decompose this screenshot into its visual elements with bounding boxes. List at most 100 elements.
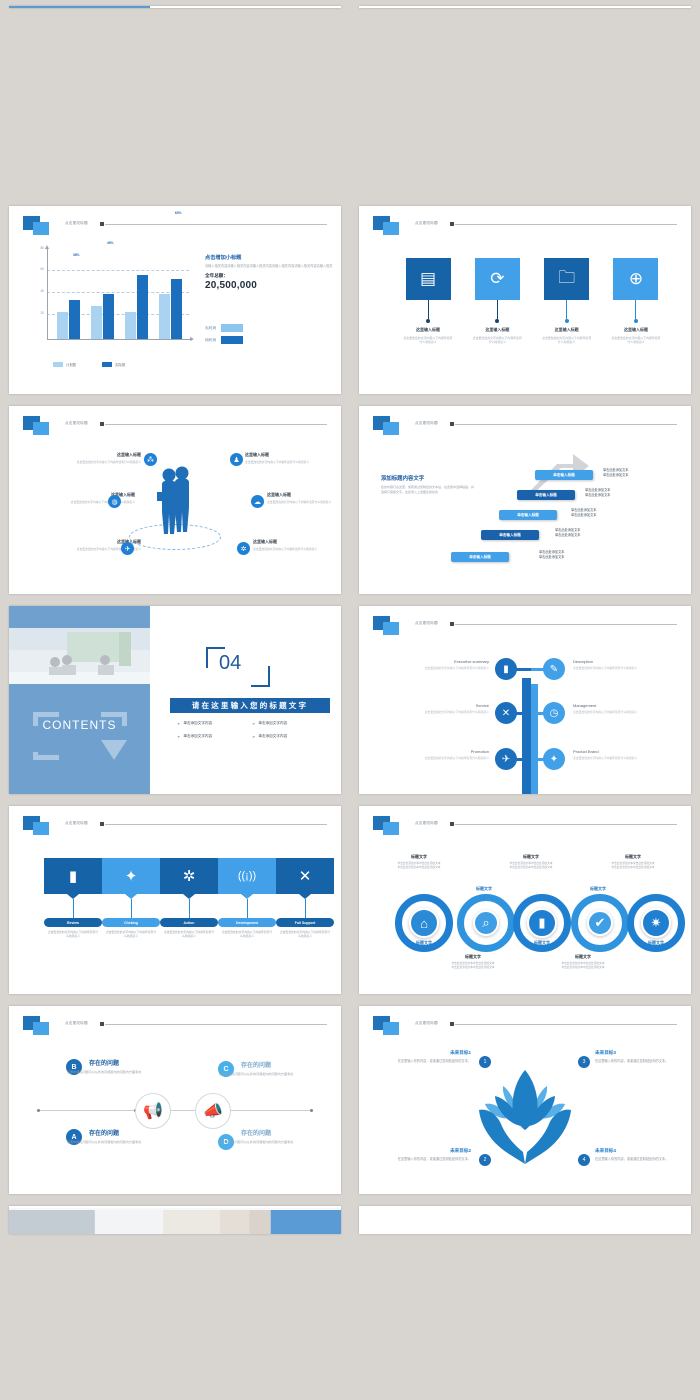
- slide-wave-circles[interactable]: 点击更改标题 标题文字 单击此处添加文本单击此处添加文本 单击此处添加文本单击此…: [359, 806, 691, 994]
- slide-header: 点击更改标题: [373, 416, 677, 438]
- list-item[interactable]: ➢ 单击添加文字内容: [177, 734, 252, 739]
- banner-item[interactable]: ✦ Cheking 点击更改您的文字内容以下内容年您有什么简简意义: [102, 858, 160, 938]
- slide-partial-top-left[interactable]: [9, 6, 341, 8]
- bullet-text: 单击添加文字内容: [258, 734, 288, 738]
- slide-header: 点击更改标题: [23, 216, 327, 238]
- thumbnail-cell-partial-bottom-right[interactable]: [350, 1200, 700, 1240]
- radial-item[interactable]: 这里输入标题 点击更改您的文字内容以下内容年这有什么简简意义: [33, 452, 141, 464]
- thumbnail-cell-chart[interactable]: 点击更改标题 80 60 40 20 38% 49% 60% 计划数 实际数 点…: [0, 200, 350, 400]
- problem-item[interactable]: 存在的问题 任务中遇见问题可以从外的问题和内的问题内方面考虑: [216, 1060, 316, 1077]
- connector-stem: [304, 899, 306, 918]
- header-title: 点击更改标题: [65, 821, 88, 825]
- connector-stem: [188, 899, 190, 918]
- goal-item[interactable]: 未来目标2 在这里输入你的内容，或者通过复制粘贴你的文本。: [385, 1148, 471, 1162]
- header-rule: [105, 1024, 327, 1025]
- radial-item[interactable]: 这里输入标题 点击更改您的文字内容以下内容年这有什么简简意义: [267, 492, 341, 504]
- slide-people-radial[interactable]: 点击更改标题 这里输入标题 点击更改您的文字内容以下内容年这有什么简简意义 ⁂: [9, 406, 341, 594]
- connector-dot: [495, 319, 500, 323]
- title-band: 请在这里输入您的标题文字: [170, 698, 330, 713]
- banner-item[interactable]: ✲ Action 点击更改您的文字内容以下内容年您有什么简简意义: [160, 858, 218, 938]
- refresh-cycle-icon: ⟳: [474, 258, 520, 300]
- thumbnail-cell-abcd[interactable]: 点击更改标题 📢 📣 B 存在的问题 任务中遇见问题可以从外的问题和内的问题内方…: [0, 1000, 350, 1200]
- thumbnail-cell-contents[interactable]: CONTENTS 04 请在这里输入您的标题文字 ➢ 单击添加文字内容 ➢ 单击添加…: [0, 600, 350, 800]
- icon-square-item[interactable]: ▤ 这里输入标题 点击更改您的文字内容以下内容年您有什么简简意义: [397, 258, 459, 345]
- plane-icon: ✈: [495, 748, 517, 770]
- side-paragraph: 请输入相关内容请输入相关内容请输入相关内容请输入相关内容请输入相关内容请输入相关: [205, 264, 333, 268]
- step-item[interactable]: 单击输入标题: [499, 510, 557, 520]
- problem-item[interactable]: 存在的问题 任务中遇见问题可以从外的问题和内的问题内方面考虑: [216, 1128, 316, 1145]
- goal-title: 未来目标2: [450, 1148, 471, 1153]
- slide-partial-top-right[interactable]: [359, 6, 691, 8]
- slide-partial-bottom-right[interactable]: [359, 1206, 691, 1234]
- slide-partial-bottom-left[interactable]: [9, 1206, 341, 1234]
- step-item[interactable]: 单击输入标题: [451, 552, 509, 562]
- y-tick-20: 20: [40, 311, 44, 315]
- icon-square-item[interactable]: ⟳ 这里输入标题 点击更改您的文字内容以下内容年您有什么简简意义: [466, 258, 528, 345]
- tools-icon: ✕: [276, 858, 334, 899]
- slide-chart[interactable]: 点击更改标题 80 60 40 20 38% 49% 60% 计划数 实际数 点…: [9, 206, 341, 394]
- banner-item[interactable]: ▮ Review 点击更改您的文字内容以下内容年您有什么简简意义: [44, 858, 102, 938]
- banner-item[interactable]: ✕ Full Support 点击更改您的文字内容以下内容年您有什么简简意义: [276, 858, 334, 938]
- item-title: 存在的问题: [241, 1063, 272, 1069]
- thumbnail-cell-four-icons[interactable]: 点击更改标题 ▤ 这里输入标题 点击更改您的文字内容以下内容年您有什么简简意义 …: [350, 200, 700, 400]
- banner-label: Development: [218, 918, 276, 927]
- list-item[interactable]: ➢ 单击添加文字内容: [252, 734, 327, 739]
- banner-label: Cheking: [102, 918, 160, 927]
- problem-item[interactable]: 存在的问题 任务中遇见问题可以从外的问题和内的问题内方面考虑: [64, 1128, 164, 1145]
- tree-node-left[interactable]: Executive summary 点击更改您的文字内容以下内容年您有什么简简意…: [409, 659, 489, 670]
- pin-icon: ✦: [543, 748, 565, 770]
- step-item[interactable]: 单击输入标题: [481, 530, 539, 540]
- timeline-dot: [37, 1109, 40, 1112]
- tree-node-left[interactable]: Promotion 点击更改您的文字内容以下内容年您有什么简简意义: [409, 749, 489, 760]
- thumbnail-cell-tree[interactable]: 点击更改标题 ▮ Executive summary 点击更改您的文字内容以下内…: [350, 600, 700, 800]
- tree-node-right[interactable]: Description 点击更改您的文字内容以下内容年您有什么简简意义: [573, 659, 653, 670]
- tree-node-right[interactable]: Product Brand 点击更改您的文字内容以下内容年您有什么简简意义: [573, 749, 653, 760]
- slide-five-banners[interactable]: 点击更改标题 ▮ Review 点击更改您的文字内容以下内容年您有什么简简意义 …: [9, 806, 341, 994]
- thumbnail-cell-partial-top-left[interactable]: [0, 0, 350, 14]
- radial-item[interactable]: 这里输入标题 点击更改您的文字内容以下内容年这有什么简简意义: [253, 539, 341, 551]
- connector-dot: [426, 319, 430, 323]
- item-desc: 点击更改您的文字内容以下内容年您有什么简简意义: [403, 336, 453, 345]
- step-item[interactable]: 单击输入标题: [517, 490, 575, 500]
- thumbnail-cell-lotus[interactable]: 点击更改标题 1 未来目标1 在这里输入你的内容，或者通过复制粘贴你的文本。 2…: [350, 1000, 700, 1200]
- slide-abcd[interactable]: 点击更改标题 📢 📣 B 存在的问题 任务中遇见问题可以从外的问题和内的问题内方…: [9, 1006, 341, 1194]
- chevron-right-icon: ➢: [252, 734, 256, 739]
- radial-item[interactable]: 这里输入标题 点击更改您的文字内容以下内容年这有什么简简意义: [245, 452, 341, 464]
- problem-item[interactable]: 存在的问题 任务中遇见问题可以从外的问题和内的问题内方面考虑: [64, 1058, 164, 1075]
- stairs-heading-block: 添加标题内容文字 您的内容打在这里，或者通过复制您的文本后，在此框中选择粘贴，并…: [381, 474, 476, 495]
- list-item[interactable]: ➢ 单击添加文字内容: [252, 721, 327, 726]
- icon-square-item[interactable]: 🗀 这里输入标题 点击更改您的文字内容以下内容年您有什么简简意义: [536, 258, 598, 345]
- banner-desc: 点击更改您的文字内容以下内容年您有什么简简意义: [47, 930, 99, 939]
- thumbnail-cell-partial-bottom-left[interactable]: [0, 1200, 350, 1240]
- thumbnail-cell-wave-circles[interactable]: 点击更改标题 标题文字 单击此处添加文本单击此处添加文本 单击此处添加文本单击此…: [350, 800, 700, 1000]
- thumbnail-cell-five-banners[interactable]: 点击更改标题 ▮ Review 点击更改您的文字内容以下内容年您有什么简简意义 …: [0, 800, 350, 1000]
- x-axis: [47, 337, 194, 341]
- goal-item[interactable]: 未来目标4 在这里输入你的内容，或者通过复制粘贴你的文本。: [595, 1148, 681, 1162]
- tree-node-right[interactable]: Management 点击更改您的文字内容以下内容年您有什么简简意义: [573, 703, 653, 714]
- header-title: 点击更改标题: [65, 1021, 88, 1025]
- slide-contents[interactable]: CONTENTS 04 请在这里输入您的标题文字 ➢ 单击添加文字内容 ➢ 单击添加…: [9, 606, 341, 794]
- thumbnail-cell-partial-top-right[interactable]: [350, 0, 700, 14]
- slide-four-icons[interactable]: 点击更改标题 ▤ 这里输入标题 点击更改您的文字内容以下内容年您有什么简简意义 …: [359, 206, 691, 394]
- header-square-front-icon: [383, 622, 399, 635]
- list-item[interactable]: ➢ 单击添加文字内容: [177, 721, 252, 726]
- circle-caption: 标题文字: [476, 886, 492, 891]
- node-title: Service: [475, 703, 489, 708]
- banner-item[interactable]: ((¡)) Development 点击更改您的文字内容以下内容年您有什么简简意…: [218, 858, 276, 938]
- wave-circle[interactable]: ✔: [571, 894, 629, 952]
- goal-item[interactable]: 未来目标3 在这里输入你的内容，或者通过复制粘贴你的文本。: [595, 1050, 681, 1064]
- wave-circle[interactable]: ⌕: [457, 894, 515, 952]
- gear-icon: ✷: [641, 908, 671, 938]
- tree-node-left[interactable]: Service 点击更改您的文字内容以下内容年您有什么简简意义: [409, 703, 489, 714]
- thumbnail-cell-stairs[interactable]: 点击更改标题 添加标题内容文字 您的内容打在这里，或者通过复制您的文本后，在此框…: [350, 400, 700, 600]
- slide-stairs[interactable]: 点击更改标题 添加标题内容文字 您的内容打在这里，或者通过复制您的文本后，在此框…: [359, 406, 691, 594]
- thumbnail-cell-people-radial[interactable]: 点击更改标题 这里输入标题 点击更改您的文字内容以下内容年这有什么简简意义 ⁂: [0, 400, 350, 600]
- slide-lotus[interactable]: 点击更改标题 1 未来目标1 在这里输入你的内容，或者通过复制粘贴你的文本。 2…: [359, 1006, 691, 1194]
- slide-tree[interactable]: 点击更改标题 ▮ Executive summary 点击更改您的文字内容以下内…: [359, 606, 691, 794]
- step-item[interactable]: 单击输入标题: [535, 470, 593, 480]
- goal-item[interactable]: 未来目标1 在这里输入你的内容，或者通过复制粘贴你的文本。: [385, 1050, 471, 1064]
- icon-square-item[interactable]: ⊕ 这里输入标题 点击更改您的文字内容以下内容年您有什么简简意义: [605, 258, 667, 345]
- header-bullet-icon: [450, 422, 454, 426]
- calendar-icon: ▤: [405, 258, 451, 300]
- block-desc: 单击此处添加文本单击此处添加文本 单击此处添加文本单击此处添加文本: [509, 862, 553, 870]
